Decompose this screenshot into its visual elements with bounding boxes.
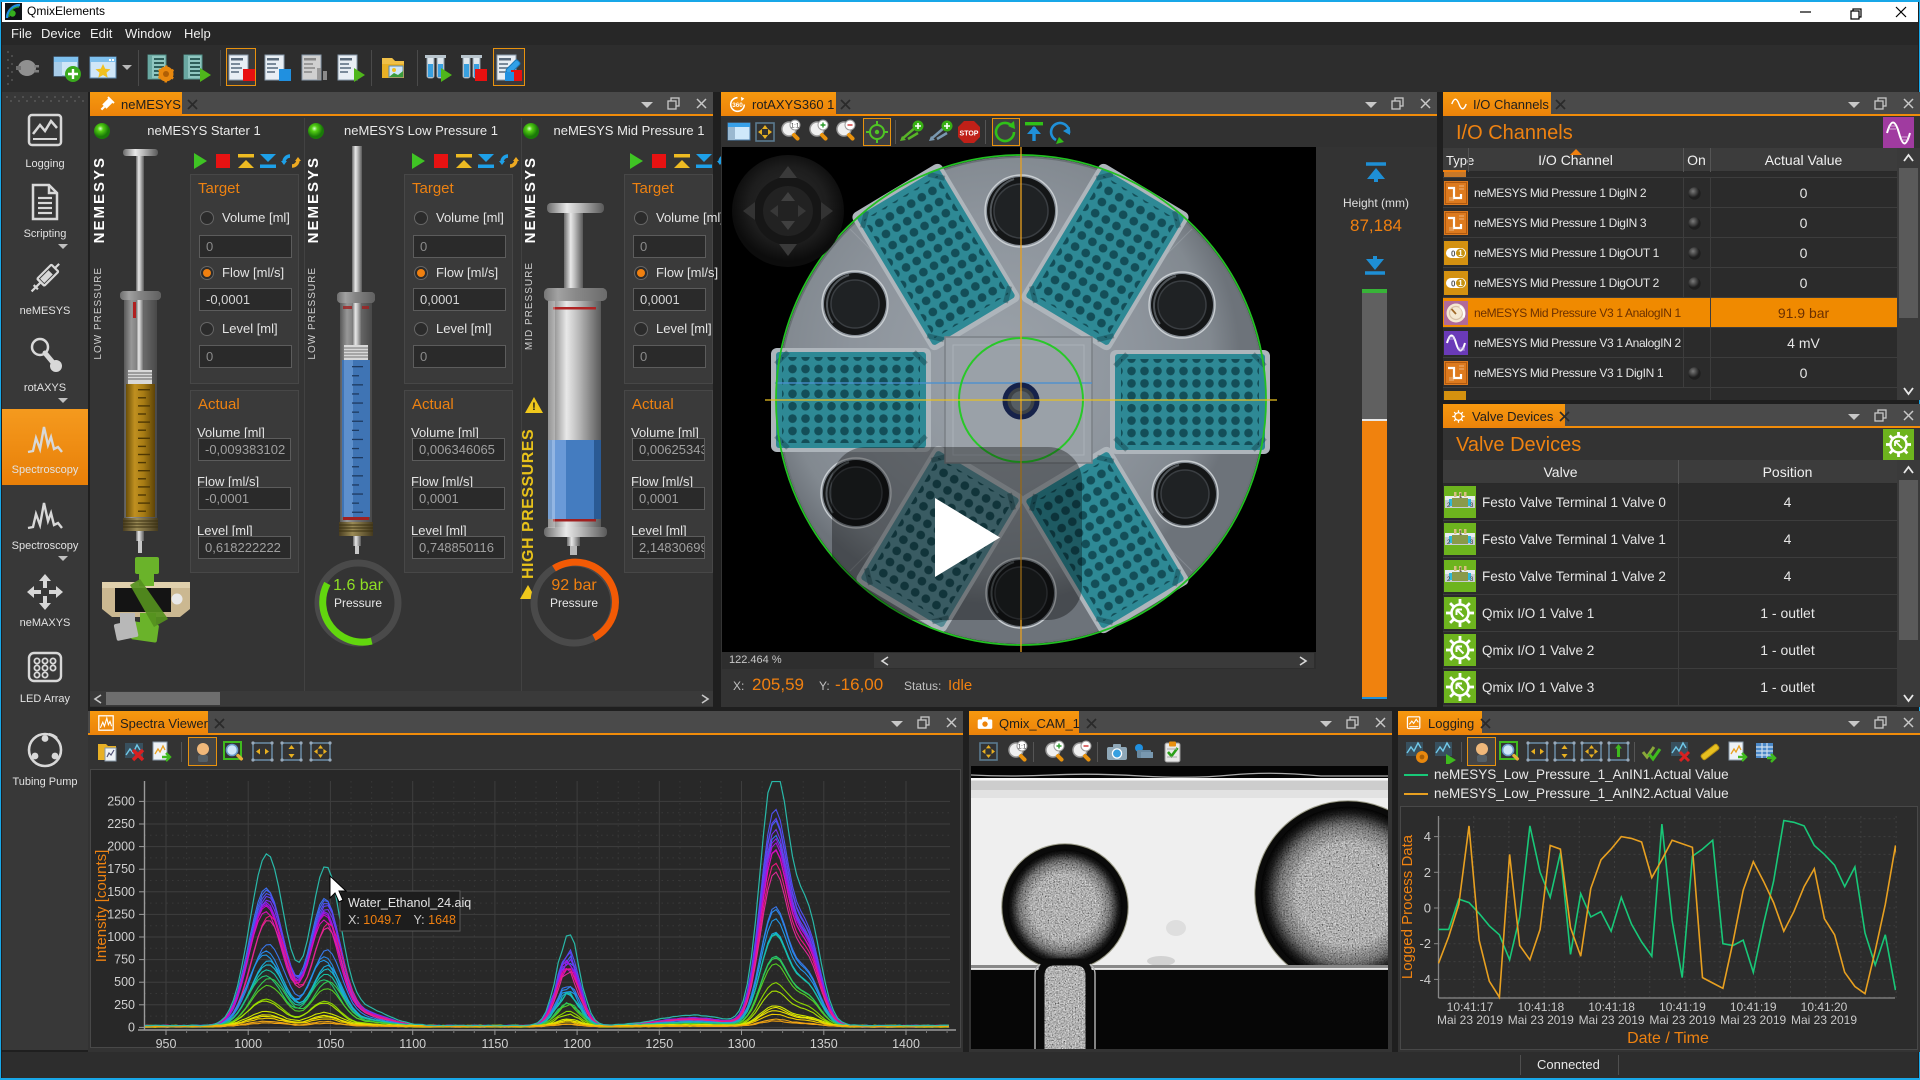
svg-text:Date / Time: Date / Time: [1627, 1030, 1709, 1047]
svg-text:1250: 1250: [107, 907, 135, 921]
svg-text:Intensity [counts]: Intensity [counts]: [93, 850, 110, 963]
svg-text:Mai 23 2019: Mai 23 2019: [1720, 1013, 1786, 1027]
svg-text:1100: 1100: [399, 1037, 426, 1051]
svg-text:0: 0: [1424, 901, 1431, 916]
svg-text:10:41:20: 10:41:20: [1801, 1000, 1848, 1014]
svg-text:-4: -4: [1419, 972, 1431, 987]
svg-text:2500: 2500: [107, 794, 135, 808]
svg-text:!: !: [532, 401, 536, 413]
svg-text:Logged Process Data: Logged Process Data: [1399, 834, 1416, 979]
svg-text:10:41:19: 10:41:19: [1659, 1000, 1706, 1014]
svg-text:1250: 1250: [645, 1037, 673, 1051]
svg-text:Mai 23 2019: Mai 23 2019: [1791, 1013, 1857, 1027]
svg-text:1200: 1200: [563, 1037, 591, 1051]
svg-text:1:1: 1:1: [1018, 745, 1027, 751]
svg-text:4: 4: [1424, 829, 1431, 844]
svg-text:Mai 23 2019: Mai 23 2019: [1437, 1013, 1503, 1027]
svg-text:Water_Ethanol_24.aiq: Water_Ethanol_24.aiq: [348, 896, 471, 910]
svg-text:2250: 2250: [107, 817, 135, 831]
svg-text:1300: 1300: [728, 1037, 756, 1051]
svg-text:Mai 23 2019: Mai 23 2019: [1649, 1013, 1715, 1027]
svg-text:1150: 1150: [481, 1037, 508, 1051]
svg-text:0: 0: [1451, 280, 1456, 289]
svg-text:1350: 1350: [810, 1037, 838, 1051]
svg-text:2000: 2000: [107, 840, 135, 854]
svg-text:Mai 23 2019: Mai 23 2019: [1508, 1013, 1574, 1027]
svg-text:750: 750: [114, 953, 135, 967]
svg-text:950: 950: [156, 1037, 177, 1051]
svg-text:1: 1: [1458, 279, 1463, 288]
svg-text:STOP: STOP: [960, 131, 979, 138]
svg-text:1:1: 1:1: [791, 124, 800, 130]
svg-text:1000: 1000: [234, 1037, 262, 1051]
svg-text:0: 0: [1451, 250, 1456, 259]
svg-text:10:41:17: 10:41:17: [1447, 1000, 1494, 1014]
svg-text:0: 0: [128, 1020, 135, 1034]
svg-text:1400: 1400: [892, 1037, 920, 1051]
svg-text:1050: 1050: [316, 1037, 344, 1051]
svg-text:10:41:18: 10:41:18: [1517, 1000, 1564, 1014]
svg-text:Mai 23 2019: Mai 23 2019: [1579, 1013, 1645, 1027]
svg-text:500: 500: [114, 975, 135, 989]
svg-text:10:41:18: 10:41:18: [1588, 1000, 1635, 1014]
svg-text:10:41:19: 10:41:19: [1730, 1000, 1777, 1014]
svg-text:1: 1: [1458, 249, 1463, 258]
svg-text:1750: 1750: [107, 862, 135, 876]
svg-text:-2: -2: [1419, 936, 1431, 951]
svg-text:1000: 1000: [107, 930, 135, 944]
svg-text:1500: 1500: [107, 885, 135, 899]
svg-text:2: 2: [1424, 865, 1431, 880]
svg-text:360: 360: [732, 102, 743, 109]
svg-text:250: 250: [114, 998, 135, 1012]
